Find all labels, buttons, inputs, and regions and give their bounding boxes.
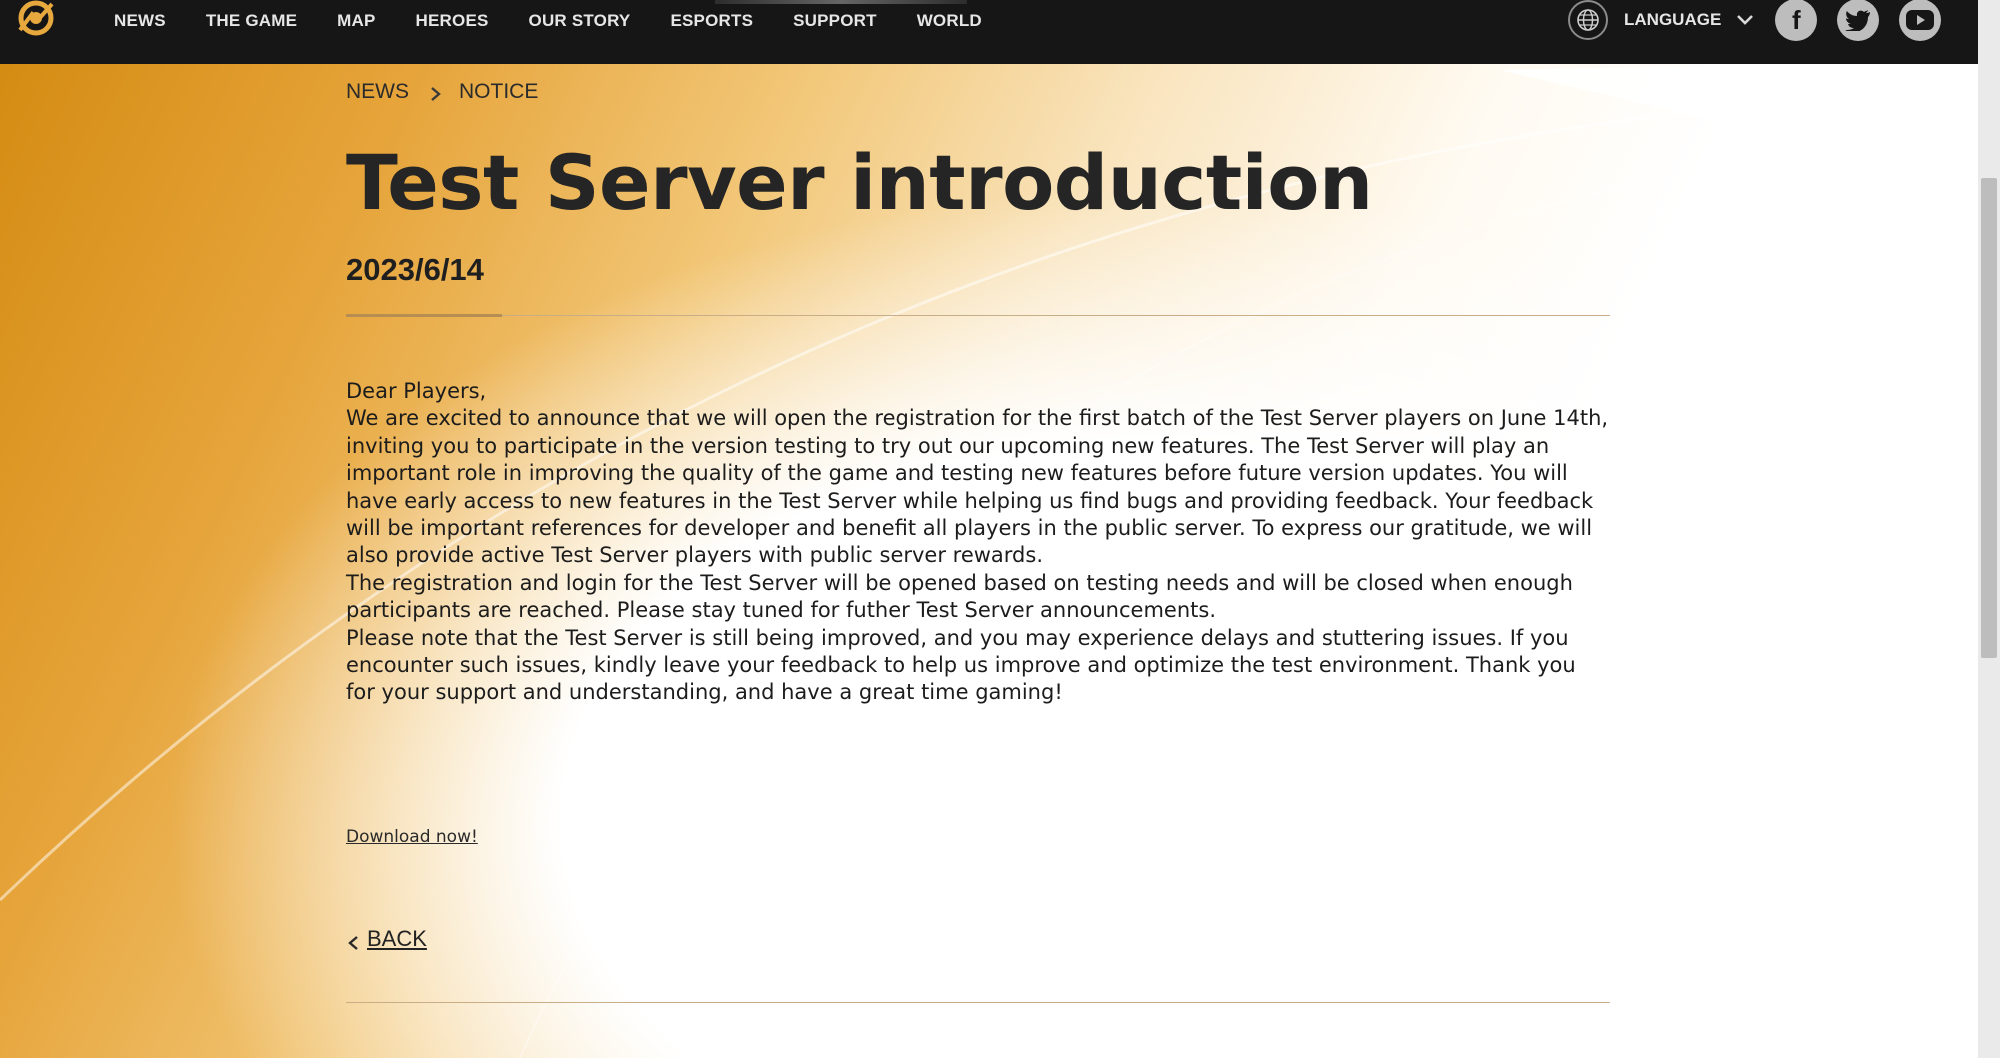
breadcrumb: NEWS NOTICE bbox=[346, 80, 538, 104]
title-divider bbox=[346, 315, 1610, 316]
chevron-right-icon bbox=[429, 84, 443, 101]
nav-our-story[interactable]: OUR STORY bbox=[529, 11, 631, 31]
nav-support[interactable]: SUPPORT bbox=[793, 11, 877, 31]
globe-icon[interactable] bbox=[1568, 0, 1608, 40]
header-tools: LANGUAGE f bbox=[1568, 0, 1961, 41]
chevron-left-icon bbox=[346, 931, 360, 950]
youtube-icon[interactable] bbox=[1899, 0, 1942, 41]
nav-esports[interactable]: ESPORTS bbox=[670, 11, 753, 31]
article-paragraph: Please note that the Test Server is stil… bbox=[346, 625, 1576, 705]
game-logo-icon[interactable] bbox=[12, 0, 60, 40]
article-body: Dear Players, We are excited to announce… bbox=[346, 378, 1610, 707]
nav-world[interactable]: WORLD bbox=[917, 11, 982, 31]
nav-news[interactable]: NEWS bbox=[114, 11, 166, 31]
page-title: Test Server introduction bbox=[346, 138, 1373, 227]
nav-map[interactable]: MAP bbox=[337, 11, 375, 31]
nav-the-game[interactable]: THE GAME bbox=[206, 11, 297, 31]
nav-heroes[interactable]: HEROES bbox=[416, 11, 489, 31]
top-navigation-bar: NEWS THE GAME MAP HEROES OUR STORY ESPOR… bbox=[0, 0, 1978, 64]
back-label[interactable]: BACK bbox=[367, 926, 427, 952]
twitter-icon[interactable] bbox=[1837, 0, 1880, 41]
main-nav: NEWS THE GAME MAP HEROES OUR STORY ESPOR… bbox=[114, 0, 1022, 42]
article-paragraph: The registration and login for the Test … bbox=[346, 570, 1573, 623]
breadcrumb-notice[interactable]: NOTICE bbox=[459, 80, 538, 104]
article-paragraph: We are excited to announce that we will … bbox=[346, 406, 1609, 568]
title-divider-accent bbox=[346, 314, 502, 317]
download-now-link[interactable]: Download now! bbox=[346, 827, 478, 847]
facebook-icon[interactable]: f bbox=[1775, 0, 1818, 41]
article-date: 2023/6/14 bbox=[346, 252, 484, 287]
page-scrollbar[interactable] bbox=[1978, 0, 2000, 1058]
back-button[interactable]: BACK bbox=[346, 926, 427, 952]
chevron-down-icon[interactable] bbox=[1735, 10, 1755, 30]
article-paragraph: Dear Players, bbox=[346, 379, 487, 403]
scrollbar-thumb[interactable] bbox=[1981, 178, 1997, 658]
footer-divider bbox=[346, 1002, 1610, 1003]
language-selector[interactable]: LANGUAGE bbox=[1624, 10, 1721, 30]
breadcrumb-news[interactable]: NEWS bbox=[346, 80, 409, 104]
